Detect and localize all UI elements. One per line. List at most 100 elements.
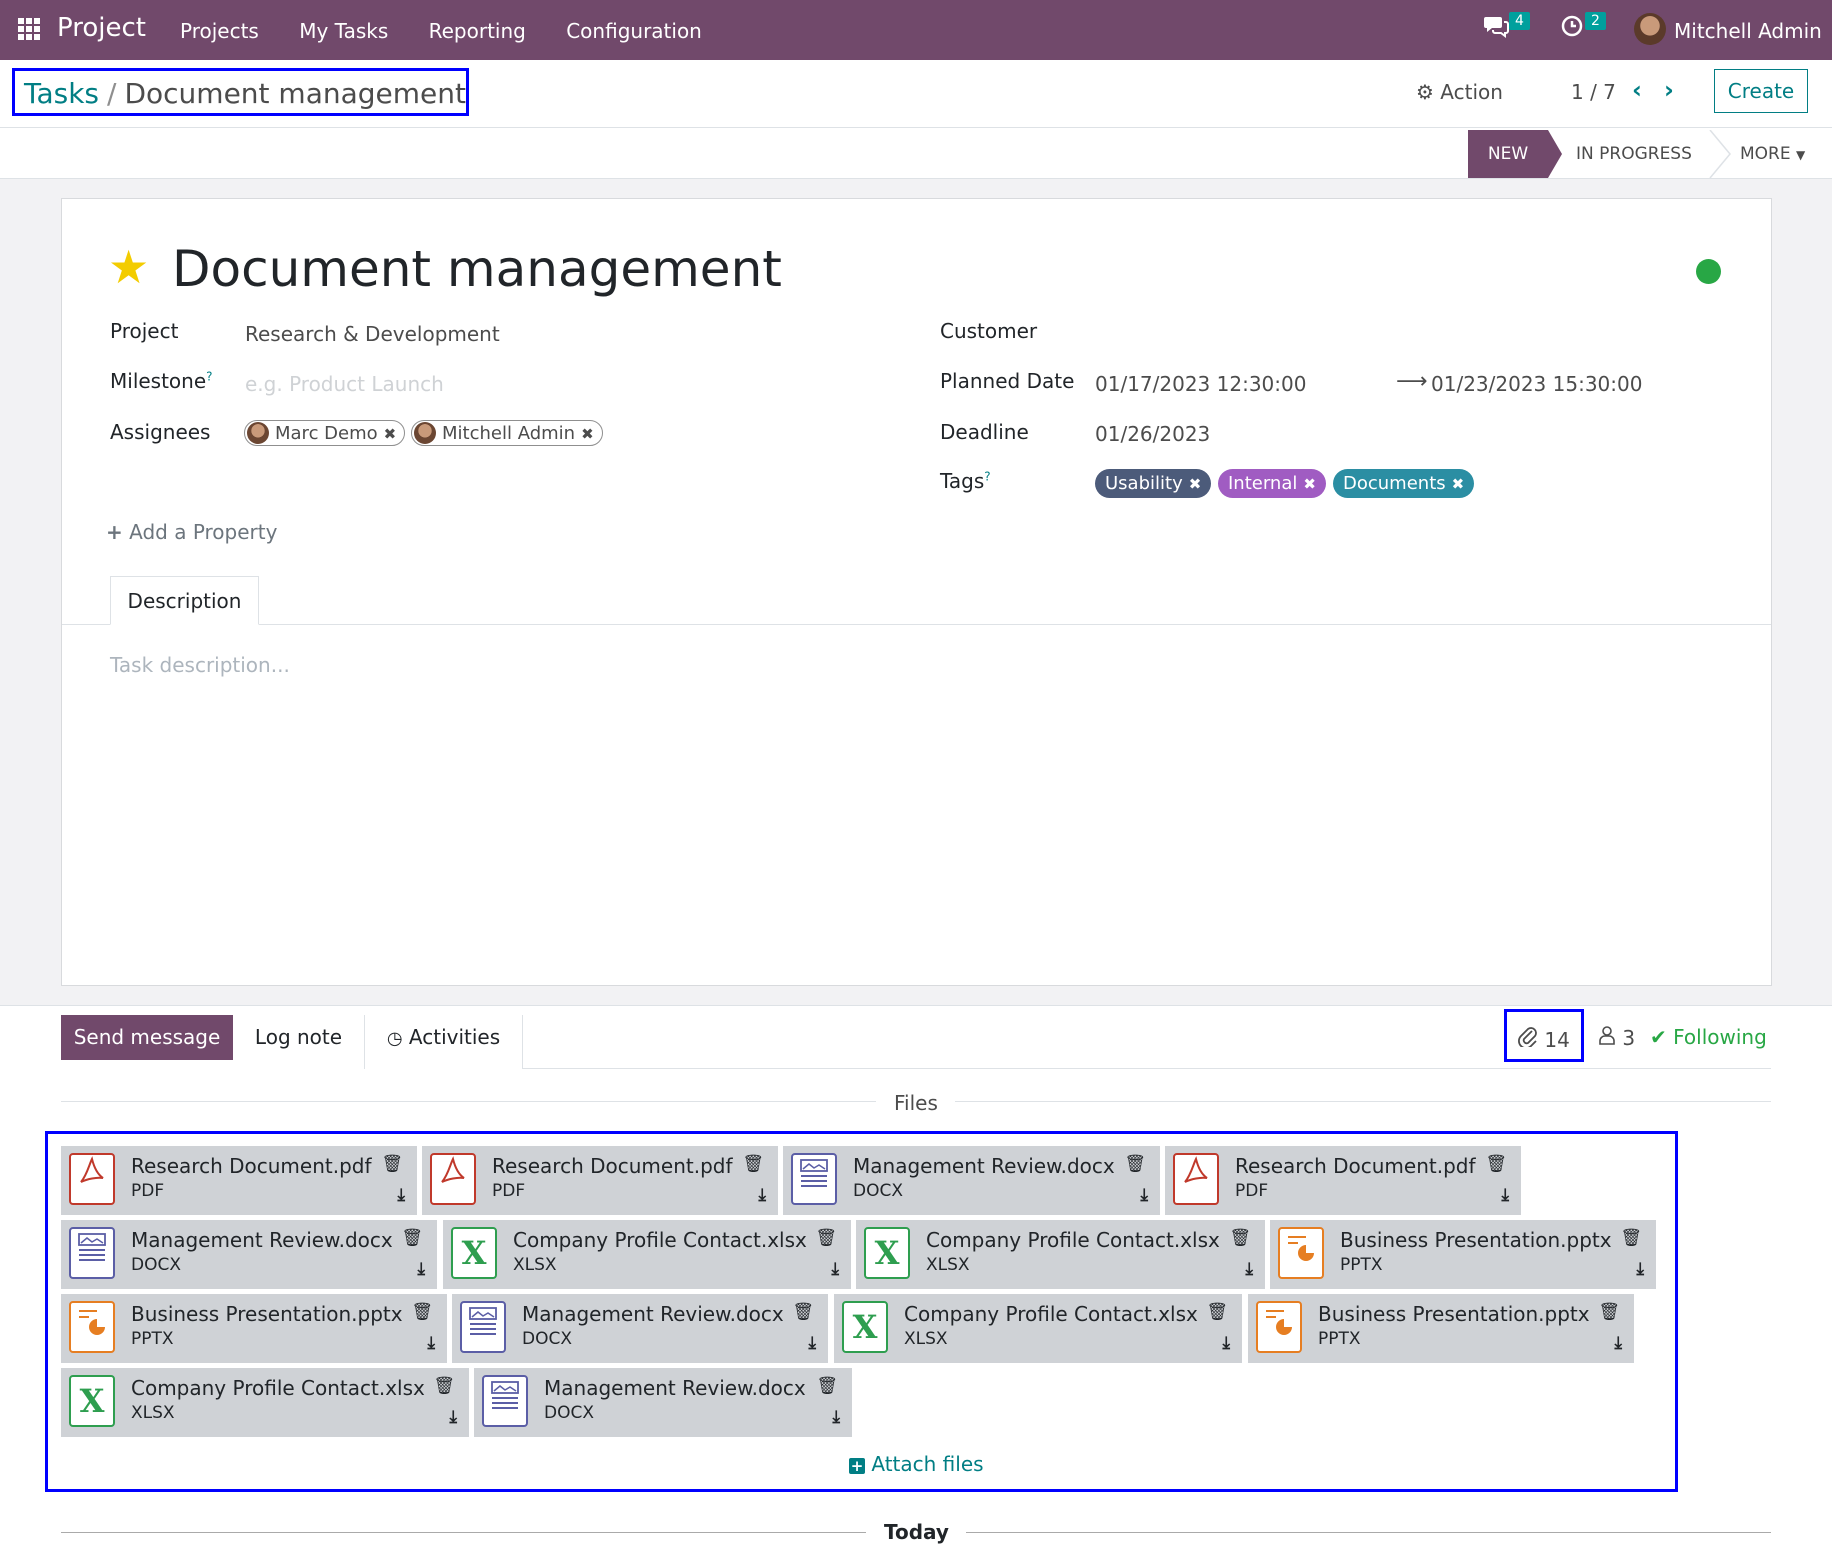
create-button[interactable]: Create: [1714, 69, 1808, 113]
project-field[interactable]: Research & Development: [245, 322, 500, 346]
attachment-card[interactable]: Management Review.docx DOCX 🗑 ⤓: [474, 1368, 852, 1437]
attachment-card[interactable]: Research Document.pdf PDF 🗑 ⤓: [61, 1146, 417, 1215]
help-icon[interactable]: ?: [206, 369, 212, 383]
trash-icon[interactable]: 🗑: [1206, 1302, 1228, 1322]
trash-icon[interactable]: 🗑: [742, 1154, 764, 1174]
trash-icon[interactable]: 🗑: [381, 1154, 403, 1174]
xlsx-file-icon[interactable]: X: [69, 1375, 115, 1427]
attachment-card[interactable]: Management Review.docx DOCX 🗑 ⤓: [783, 1146, 1160, 1215]
milestone-field[interactable]: e.g. Product Launch: [245, 372, 444, 396]
pptx-file-icon[interactable]: [69, 1301, 115, 1353]
following-button[interactable]: ✔ Following: [1650, 1025, 1767, 1049]
pdf-file-icon[interactable]: [1173, 1153, 1219, 1205]
close-icon[interactable]: ✖: [384, 425, 397, 443]
trash-icon[interactable]: 🗑: [1620, 1228, 1642, 1248]
download-icon[interactable]: ⤓: [1636, 1259, 1644, 1279]
attachments-button[interactable]: 14: [1518, 1025, 1570, 1052]
attachment-card[interactable]: X Company Profile Contact.xlsx XLSX 🗑 ⤓: [856, 1220, 1265, 1289]
trash-icon[interactable]: 🗑: [815, 1228, 837, 1248]
xlsx-file-icon[interactable]: X: [842, 1301, 888, 1353]
attachment-card[interactable]: X Company Profile Contact.xlsx XLSX 🗑 ⤓: [443, 1220, 851, 1289]
tag-documents[interactable]: Documents ✖: [1333, 469, 1475, 498]
docx-file-icon[interactable]: [460, 1301, 506, 1353]
download-icon[interactable]: ⤓: [831, 1259, 839, 1279]
tag-internal[interactable]: Internal ✖: [1218, 469, 1326, 498]
trash-icon[interactable]: 🗑: [1124, 1154, 1146, 1174]
apps-menu-icon[interactable]: [18, 18, 40, 40]
planned-end-field[interactable]: 01/23/2023 15:30:00: [1431, 372, 1642, 396]
chevron-right-icon[interactable]: ›: [1664, 76, 1674, 104]
log-note-button[interactable]: Log note: [233, 1015, 365, 1069]
trash-icon[interactable]: 🗑: [1229, 1228, 1251, 1248]
trash-icon[interactable]: 🗑: [433, 1376, 455, 1396]
download-icon[interactable]: ⤓: [417, 1259, 425, 1279]
stage-more-dropdown[interactable]: MORE ▼: [1740, 130, 1805, 179]
download-icon[interactable]: ⤓: [1140, 1185, 1148, 1205]
menu-item-projects[interactable]: Projects: [180, 19, 259, 43]
trash-icon[interactable]: 🗑: [401, 1228, 423, 1248]
user-menu[interactable]: Mitchell Admin: [1674, 19, 1822, 43]
pdf-file-icon[interactable]: [430, 1153, 476, 1205]
pdf-file-icon[interactable]: [69, 1153, 115, 1205]
chevron-left-icon[interactable]: ‹: [1632, 76, 1642, 104]
attachment-card[interactable]: Business Presentation.pptx PPTX 🗑 ⤓: [1270, 1220, 1656, 1289]
xlsx-file-icon[interactable]: X: [451, 1227, 497, 1279]
star-icon[interactable]: ★: [108, 244, 149, 290]
assignee-tag[interactable]: Marc Demo ✖: [244, 420, 406, 446]
docx-file-icon[interactable]: [791, 1153, 837, 1205]
activities-badge[interactable]: 2: [1585, 12, 1606, 30]
attachment-card[interactable]: Business Presentation.pptx PPTX 🗑 ⤓: [1248, 1294, 1634, 1363]
close-icon[interactable]: ✖: [1452, 475, 1465, 493]
add-property-button[interactable]: + Add a Property: [106, 520, 277, 544]
attach-files-button[interactable]: + Attach files: [849, 1452, 984, 1476]
planned-start-field[interactable]: 01/17/2023 12:30:00: [1095, 372, 1306, 396]
attachment-card[interactable]: Business Presentation.pptx PPTX 🗑 ⤓: [61, 1294, 447, 1363]
close-icon[interactable]: ✖: [1189, 475, 1202, 493]
user-avatar[interactable]: [1634, 13, 1666, 45]
messages-badge[interactable]: 4: [1509, 12, 1530, 30]
attachment-card[interactable]: Research Document.pdf PDF 🗑 ⤓: [422, 1146, 778, 1215]
menu-item-reporting[interactable]: Reporting: [429, 19, 526, 43]
clock-icon[interactable]: [1560, 14, 1584, 44]
attachment-card[interactable]: Research Document.pdf PDF 🗑 ⤓: [1165, 1146, 1521, 1215]
attachment-card[interactable]: Management Review.docx DOCX 🗑 ⤓: [61, 1220, 437, 1289]
chat-icon[interactable]: [1483, 14, 1509, 44]
download-icon[interactable]: ⤓: [1245, 1259, 1253, 1279]
attachment-card[interactable]: X Company Profile Contact.xlsx XLSX 🗑 ⤓: [834, 1294, 1242, 1363]
trash-icon[interactable]: 🗑: [411, 1302, 433, 1322]
stage-in-progress[interactable]: IN PROGRESS: [1576, 130, 1692, 178]
pager-value[interactable]: 1 / 7: [1571, 80, 1616, 104]
description-editor[interactable]: Task description...: [110, 653, 290, 677]
download-icon[interactable]: ⤓: [832, 1407, 840, 1427]
download-icon[interactable]: ⤓: [1501, 1185, 1509, 1205]
trash-icon[interactable]: 🗑: [792, 1302, 814, 1322]
trash-icon[interactable]: 🗑: [1485, 1154, 1507, 1174]
kanban-state-icon[interactable]: [1696, 259, 1721, 284]
trash-icon[interactable]: 🗑: [1598, 1302, 1620, 1322]
xlsx-file-icon[interactable]: X: [864, 1227, 910, 1279]
attachment-card[interactable]: X Company Profile Contact.xlsx XLSX 🗑 ⤓: [61, 1368, 469, 1437]
close-icon[interactable]: ✖: [581, 425, 594, 443]
download-icon[interactable]: ⤓: [397, 1185, 405, 1205]
tab-description[interactable]: Description: [110, 576, 259, 625]
activities-button[interactable]: ◷ Activities: [365, 1015, 523, 1069]
followers-button[interactable]: 3: [1598, 1025, 1635, 1050]
pptx-file-icon[interactable]: [1256, 1301, 1302, 1353]
tag-usability[interactable]: Usability ✖: [1095, 469, 1212, 498]
attachment-card[interactable]: Management Review.docx DOCX 🗑 ⤓: [452, 1294, 828, 1363]
download-icon[interactable]: ⤓: [808, 1333, 816, 1353]
docx-file-icon[interactable]: [482, 1375, 528, 1427]
docx-file-icon[interactable]: [69, 1227, 115, 1279]
download-icon[interactable]: ⤓: [1614, 1333, 1622, 1353]
download-icon[interactable]: ⤓: [758, 1185, 766, 1205]
menu-item-configuration[interactable]: Configuration: [566, 19, 702, 43]
breadcrumb-tasks-link[interactable]: Tasks: [24, 77, 99, 110]
deadline-field[interactable]: 01/26/2023: [1095, 422, 1210, 446]
download-icon[interactable]: ⤓: [1222, 1333, 1230, 1353]
close-icon[interactable]: ✖: [1303, 475, 1316, 493]
assignee-tag[interactable]: Mitchell Admin ✖: [411, 420, 603, 446]
download-icon[interactable]: ⤓: [449, 1407, 457, 1427]
app-brand[interactable]: Project: [57, 13, 146, 43]
stage-new[interactable]: NEW: [1468, 130, 1562, 178]
task-title[interactable]: Document management: [172, 240, 782, 298]
